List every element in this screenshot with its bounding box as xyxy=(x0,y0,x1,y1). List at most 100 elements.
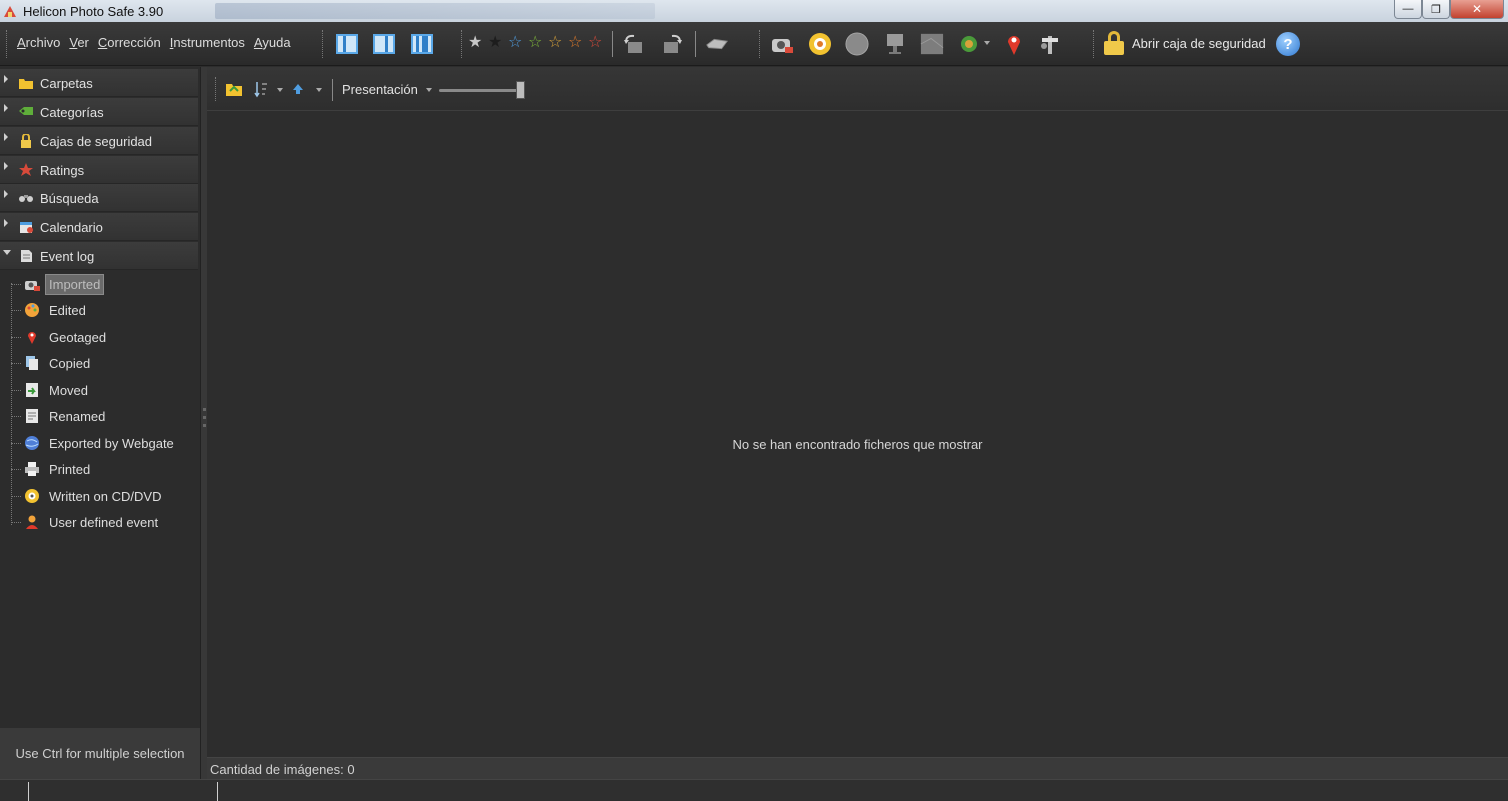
star-rating-4-icon[interactable]: ☆ xyxy=(548,34,562,52)
selection-hint: Use Ctrl for multiple selection xyxy=(0,728,200,779)
star-rating-5-icon[interactable]: ☆ xyxy=(568,34,582,52)
toolbar-grip[interactable] xyxy=(1093,30,1095,58)
map-view-icon[interactable] xyxy=(920,32,944,56)
panel-label: Carpetas xyxy=(40,76,93,91)
menu-instrumentos[interactable]: Instrumentos xyxy=(170,35,245,50)
panel-calendario[interactable]: Calendario xyxy=(0,213,198,241)
user-icon xyxy=(26,515,38,529)
move-icon xyxy=(26,383,38,397)
folder-icon xyxy=(19,79,33,89)
thumbnail-size-slider-thumb[interactable] xyxy=(516,81,525,99)
panel-cajas-seguridad[interactable]: Cajas de seguridad xyxy=(0,127,198,155)
panel-ratings[interactable]: Ratings xyxy=(0,156,198,184)
collapse-arrow-icon[interactable] xyxy=(4,75,8,83)
view-mode-label[interactable]: Presentación xyxy=(342,82,418,97)
event-moved[interactable]: Moved xyxy=(0,377,198,403)
category-icon xyxy=(19,107,33,115)
minimize-button[interactable]: — xyxy=(1394,0,1422,19)
bottom-bar xyxy=(0,779,1508,801)
panel-carpetas[interactable]: Carpetas xyxy=(0,69,198,97)
toolbar-grip[interactable] xyxy=(322,30,324,58)
up-level-icon[interactable] xyxy=(286,77,310,101)
rotate-left-icon[interactable] xyxy=(622,32,646,56)
slideshow-icon[interactable] xyxy=(883,32,907,56)
star-rating-3-icon[interactable]: ☆ xyxy=(528,34,542,52)
event-label: User defined event xyxy=(49,515,159,530)
rename-icon xyxy=(26,409,38,423)
menu-correccion[interactable]: Corrección xyxy=(98,35,161,50)
up-level-dropdown-icon[interactable] xyxy=(316,88,322,92)
layout-three-panel-icon[interactable] xyxy=(410,32,434,56)
event-copied[interactable]: Copied xyxy=(0,350,198,376)
panel-categorias[interactable]: Categorías xyxy=(0,98,198,126)
sync-dropdown-icon[interactable] xyxy=(984,41,990,45)
menu-archivo[interactable]: Archivo xyxy=(17,35,60,50)
title-bar: Helicon Photo Safe 3.90 — ❐ ✕ xyxy=(0,0,1508,22)
sort-icon[interactable] xyxy=(249,77,273,101)
event-label: Moved xyxy=(49,383,89,398)
burn-disc-icon[interactable] xyxy=(808,32,832,56)
refresh-folder-icon[interactable] xyxy=(222,77,246,101)
collapse-arrow-icon[interactable] xyxy=(4,162,8,170)
view-mode-dropdown-icon[interactable] xyxy=(426,88,432,92)
geotag-pin-icon[interactable] xyxy=(1002,32,1026,56)
panel-label: Event log xyxy=(40,249,95,264)
sidebar: Carpetas Categorías Cajas de seguridad R… xyxy=(0,67,200,779)
toolbar-separator xyxy=(332,79,333,101)
collapse-arrow-icon[interactable] xyxy=(4,104,8,112)
panel-event-log[interactable]: Event log xyxy=(0,242,198,270)
toolbar-grip[interactable] xyxy=(215,77,217,101)
import-camera-icon[interactable] xyxy=(770,32,794,56)
toolbar-grip[interactable] xyxy=(461,30,463,58)
collapse-arrow-icon[interactable] xyxy=(4,219,8,227)
calendar-icon xyxy=(20,222,33,233)
star-rating-1-icon[interactable]: ★ xyxy=(488,34,502,52)
collapse-arrow-icon[interactable] xyxy=(4,190,8,198)
sidebar-splitter[interactable] xyxy=(200,67,207,779)
view-toolbar: Presentación xyxy=(207,67,1508,111)
open-safe-label: Abrir caja de seguridad xyxy=(1132,35,1266,51)
event-imported[interactable]: Imported xyxy=(0,271,198,297)
event-renamed[interactable]: Renamed xyxy=(0,403,198,429)
toolbar-grip[interactable] xyxy=(759,30,761,58)
event-written-cd-dvd[interactable]: Written on CD/DVD xyxy=(0,483,198,509)
rotate-right-icon[interactable] xyxy=(660,32,684,56)
layout-left-panel-icon[interactable] xyxy=(335,32,359,56)
star-rating-0-icon[interactable]: ★ xyxy=(468,34,482,52)
layout-right-panel-icon[interactable] xyxy=(372,32,396,56)
event-printed[interactable]: Printed xyxy=(0,456,198,482)
bottom-divider xyxy=(28,782,29,801)
disc-icon xyxy=(25,489,39,503)
event-label: Written on CD/DVD xyxy=(49,489,162,504)
star-rating-6-icon[interactable]: ☆ xyxy=(588,34,602,52)
panel-label: Cajas de seguridad xyxy=(40,134,153,149)
close-button[interactable]: ✕ xyxy=(1450,0,1504,19)
panel-busqueda[interactable]: Búsqueda xyxy=(0,184,198,212)
binoculars-icon xyxy=(19,195,33,202)
panel-label: Búsqueda xyxy=(40,191,99,206)
sort-dropdown-icon[interactable] xyxy=(277,88,283,92)
event-geotaged[interactable]: Geotaged xyxy=(0,324,198,350)
maximize-button[interactable]: ❐ xyxy=(1422,0,1450,19)
collapse-arrow-icon[interactable] xyxy=(4,133,8,141)
menu-ver[interactable]: Ver xyxy=(69,35,89,50)
menu-ayuda[interactable]: Ayuda xyxy=(254,35,291,50)
expand-arrow-icon[interactable] xyxy=(3,250,11,255)
event-label: Renamed xyxy=(49,409,106,424)
event-user-defined[interactable]: User defined event xyxy=(0,509,198,535)
sync-icon[interactable] xyxy=(957,32,981,56)
open-safe-button[interactable]: Abrir caja de seguridad xyxy=(1104,31,1266,55)
thumbnail-size-slider[interactable] xyxy=(439,89,525,92)
rating-icon xyxy=(19,163,33,176)
star-rating-2-icon[interactable]: ☆ xyxy=(508,34,522,52)
bottom-divider xyxy=(217,782,218,801)
toolbar-grip[interactable] xyxy=(6,30,8,58)
help-button[interactable]: ? xyxy=(1276,32,1300,56)
panel-label: Calendario xyxy=(40,220,103,235)
tools-icon[interactable] xyxy=(1038,32,1062,56)
web-export-icon[interactable] xyxy=(845,32,869,56)
image-count: Cantidad de imágenes: 0 xyxy=(210,762,355,777)
event-exported-webgate[interactable]: Exported by Webgate xyxy=(0,430,198,456)
event-edited[interactable]: Edited xyxy=(0,297,198,323)
eraser-icon[interactable] xyxy=(705,32,729,56)
